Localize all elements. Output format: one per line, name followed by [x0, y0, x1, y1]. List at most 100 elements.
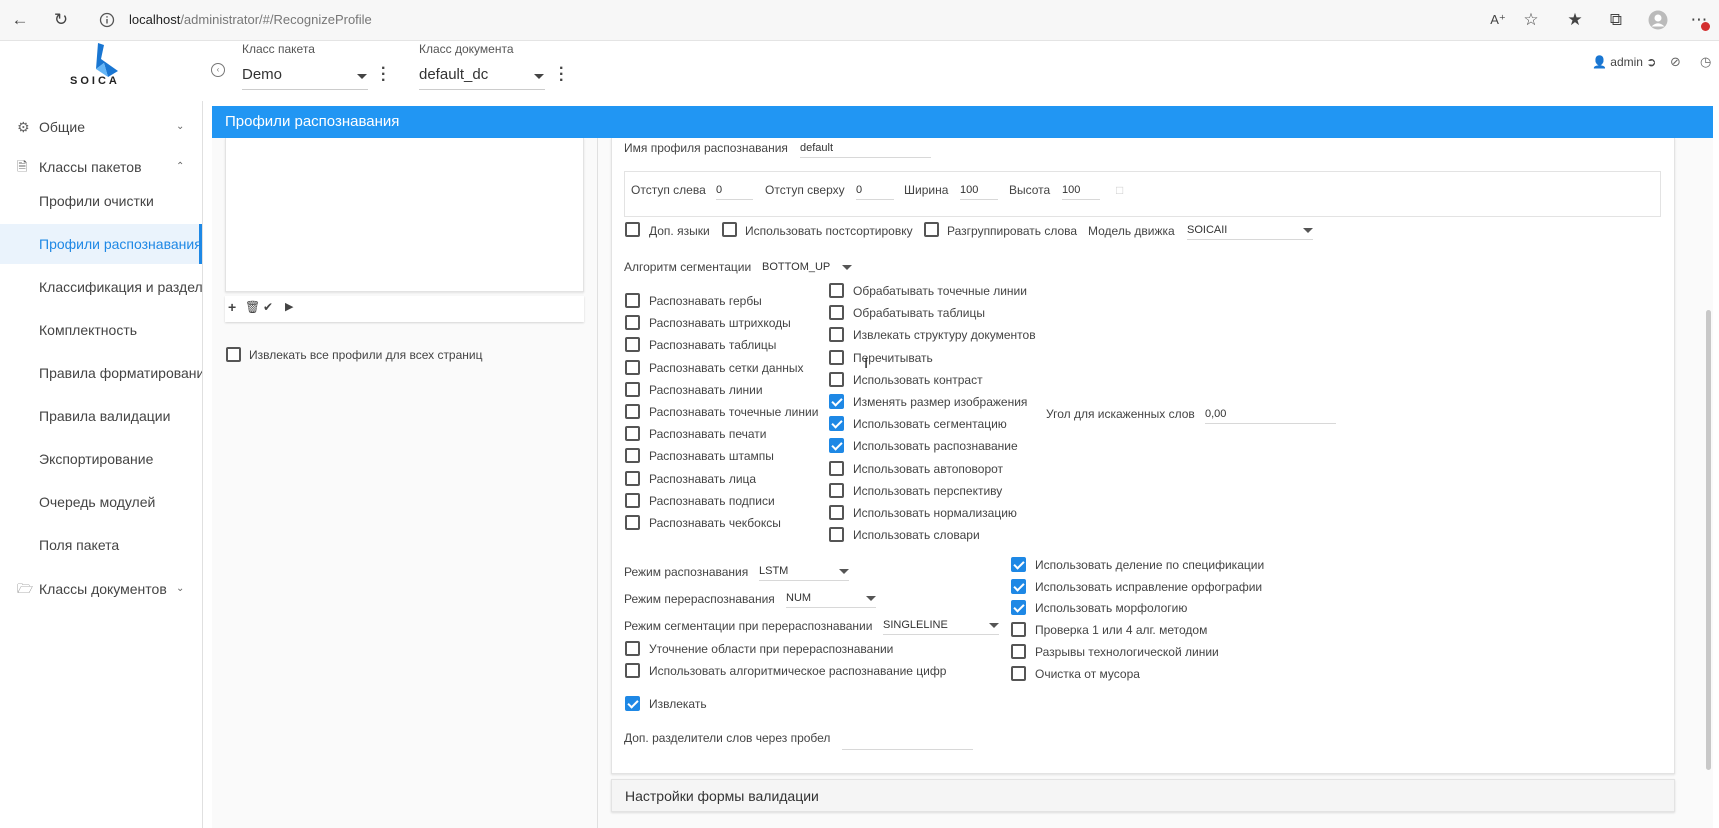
logout-icon[interactable]: ➲ [1646, 55, 1656, 69]
profile-icon[interactable] [1647, 9, 1669, 31]
col2-checkbox[interactable] [829, 460, 844, 476]
address-bar[interactable]: localhost/administrator/#/RecognizeProfi… [129, 12, 372, 27]
sidebar-item-validation-rules[interactable]: Правила валидации [0, 396, 202, 436]
package-class-menu-icon[interactable]: · · · [381, 61, 386, 89]
info-icon[interactable] [96, 9, 118, 31]
sidebar-item-label: Комплектность [39, 322, 138, 338]
sidebar-item-label: Классы документов [39, 581, 167, 597]
skew-angle-input[interactable]: 0,00 [1205, 406, 1336, 424]
col2-checkbox[interactable] [829, 482, 844, 498]
sidebar-item-recognition-profiles[interactable]: Профили распознавания [0, 224, 202, 264]
col1-checkbox[interactable] [625, 426, 640, 442]
col2-label: Извлекать структуру документов [853, 328, 1036, 343]
back-icon[interactable]: ← [9, 9, 31, 31]
check-icon[interactable]: ✔ [263, 300, 273, 314]
col1-checkbox[interactable] [625, 515, 640, 530]
col2-checkbox[interactable] [829, 349, 844, 365]
visibility-off-icon[interactable]: ⊘ [1670, 54, 1681, 70]
add-icon[interactable]: + [228, 299, 236, 315]
scrollbar-thumb[interactable] [1706, 310, 1711, 770]
document-class-select[interactable]: default_dc [419, 62, 545, 90]
col3-checkbox[interactable] [1011, 665, 1026, 681]
sidebar-item-classification[interactable]: Классификация и разделение [0, 267, 202, 307]
col3-checkbox[interactable] [1011, 622, 1026, 638]
col1-label: Распознавать точечные линии [649, 405, 819, 419]
logo: SOICA [68, 41, 128, 101]
col1-checkbox[interactable] [625, 448, 640, 464]
col1-checkbox[interactable] [625, 492, 640, 508]
col1-checkbox[interactable] [625, 404, 640, 419]
user-menu[interactable]: 👤 admin ➲ [1592, 55, 1656, 69]
sidebar-item-package-fields[interactable]: Поля пакета [0, 525, 202, 565]
col1-checkbox[interactable] [625, 359, 640, 375]
chevron-down-icon [534, 74, 544, 79]
rerecog-mode-select[interactable]: NUM [786, 590, 876, 608]
post-sort-checkbox[interactable] [722, 222, 737, 237]
refine-area-checkbox[interactable] [625, 641, 640, 656]
sidebar-item-export[interactable]: Экспортирование [0, 439, 202, 479]
col2-checkbox[interactable] [829, 505, 844, 520]
col2-checkbox[interactable] [829, 394, 844, 409]
sidebar-item-cleanup-profiles[interactable]: Профили очистки [0, 181, 202, 221]
col2-label: Изменять размер изображения [853, 395, 1028, 409]
extract-all-checkbox[interactable] [226, 347, 241, 362]
read-aloud-icon[interactable]: A⁺ [1487, 9, 1509, 31]
favorite-add-icon[interactable]: ☆ [1520, 9, 1542, 31]
sidebar-item-general[interactable]: ⚙ Общие ⌄ [0, 107, 202, 147]
col2-checkbox[interactable] [829, 371, 844, 387]
engine-model-select[interactable]: SOICAII [1187, 222, 1313, 240]
col2-checkbox[interactable] [829, 527, 844, 543]
col1-checkbox[interactable] [625, 315, 640, 331]
word-separators-input[interactable] [842, 732, 973, 750]
package-class-select[interactable]: Demo [242, 62, 368, 90]
seg-algo-select[interactable]: BOTTOM_UP [762, 259, 852, 277]
col3-label: Использовать деление по спецификации [1035, 558, 1265, 572]
col2-checkbox[interactable] [829, 305, 844, 321]
col3-checkbox[interactable] [1011, 557, 1026, 572]
offset-top-input[interactable]: 0 [856, 182, 894, 200]
validation-settings-title: Настройки формы валидации [625, 788, 819, 804]
col1-checkbox[interactable] [625, 293, 640, 308]
ungroup-words-checkbox[interactable] [924, 222, 939, 237]
col1-label: Распознавать подписи [649, 493, 775, 508]
validation-settings-section[interactable]: Настройки формы валидации [611, 779, 1675, 812]
offset-left-input[interactable]: 0 [716, 182, 753, 200]
reload-icon[interactable]: ↻ [50, 9, 72, 31]
favorites-icon[interactable]: ★ [1564, 9, 1586, 31]
recog-mode-select[interactable]: LSTM [759, 563, 849, 581]
collapse-sidebar-icon[interactable]: ‹ [211, 63, 225, 77]
col2-checkbox[interactable] [829, 438, 844, 454]
col1-label: Распознавать лица [649, 471, 757, 486]
col2-checkbox[interactable] [829, 283, 844, 298]
col2-checkbox[interactable] [829, 416, 844, 432]
col2-checkbox[interactable] [829, 327, 844, 343]
col3-checkbox[interactable] [1011, 600, 1026, 616]
extra-langs-checkbox[interactable] [625, 222, 640, 237]
sidebar-item-module-queue[interactable]: Очередь модулей [0, 482, 202, 522]
sidebar-item-document-classes[interactable]: 🗁 Классы документов ⌄ [0, 569, 202, 609]
select-area-icon[interactable]: □ [1116, 183, 1123, 197]
sidebar-item-completeness[interactable]: Комплектность [0, 310, 202, 350]
col3-checkbox[interactable] [1011, 643, 1026, 659]
col3-checkbox[interactable] [1011, 578, 1026, 594]
sidebar-item-label: Правила валидации [39, 408, 171, 424]
sidebar-item-label: Поля пакета [39, 537, 120, 553]
width-input[interactable]: 100 [960, 182, 998, 200]
extract-checkbox[interactable] [625, 696, 640, 711]
col1-checkbox[interactable] [625, 470, 640, 486]
col3-label: Использовать исправление орфографии [1035, 579, 1263, 594]
col1-checkbox[interactable] [625, 381, 640, 397]
delete-icon[interactable]: 🗑 [245, 300, 260, 314]
col1-checkbox[interactable] [625, 337, 640, 353]
profile-list[interactable] [225, 138, 584, 292]
chevron-down-icon [842, 265, 852, 270]
collections-icon[interactable]: ⧉ [1605, 9, 1627, 31]
seg-rerecog-select[interactable]: SINGLELINE [883, 617, 999, 635]
algo-digits-checkbox[interactable] [625, 663, 640, 678]
sidebar-item-formatting-rules[interactable]: Правила форматирования [0, 353, 202, 393]
document-class-menu-icon[interactable]: · · · [559, 61, 564, 89]
profile-name-input[interactable]: default [800, 140, 931, 158]
height-input[interactable]: 100 [1062, 182, 1100, 200]
play-icon[interactable]: ▶ [285, 300, 293, 313]
clock-icon[interactable]: ◷ [1700, 54, 1711, 70]
